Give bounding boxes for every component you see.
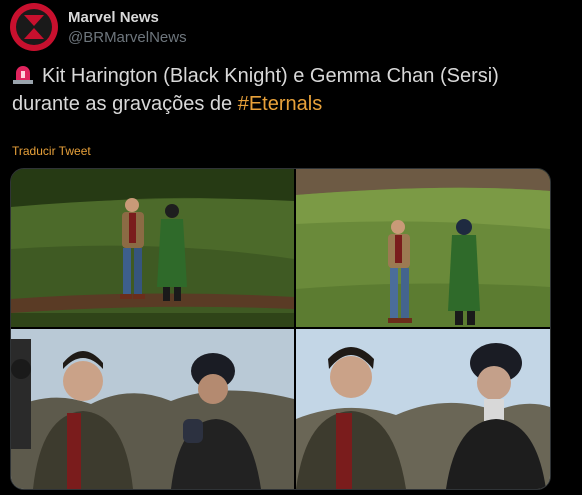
photo-2[interactable] xyxy=(296,169,550,327)
hourglass-logo-icon xyxy=(16,9,52,45)
tweet-text: Kit Harington (Black Knight) e Gemma Cha… xyxy=(12,62,572,118)
display-name[interactable]: Marvel News xyxy=(68,9,159,26)
translate-tweet-link[interactable]: Traducir Tweet xyxy=(12,144,91,158)
media-grid xyxy=(10,168,551,490)
siren-emoji-icon xyxy=(12,63,34,85)
photo-3[interactable] xyxy=(11,329,294,489)
hashtag-link[interactable]: #Eternals xyxy=(238,93,323,115)
photo-1[interactable] xyxy=(11,169,294,327)
photo-4[interactable] xyxy=(296,329,550,489)
user-handle[interactable]: @BRMarvelNews xyxy=(68,29,187,46)
avatar[interactable] xyxy=(10,3,58,51)
